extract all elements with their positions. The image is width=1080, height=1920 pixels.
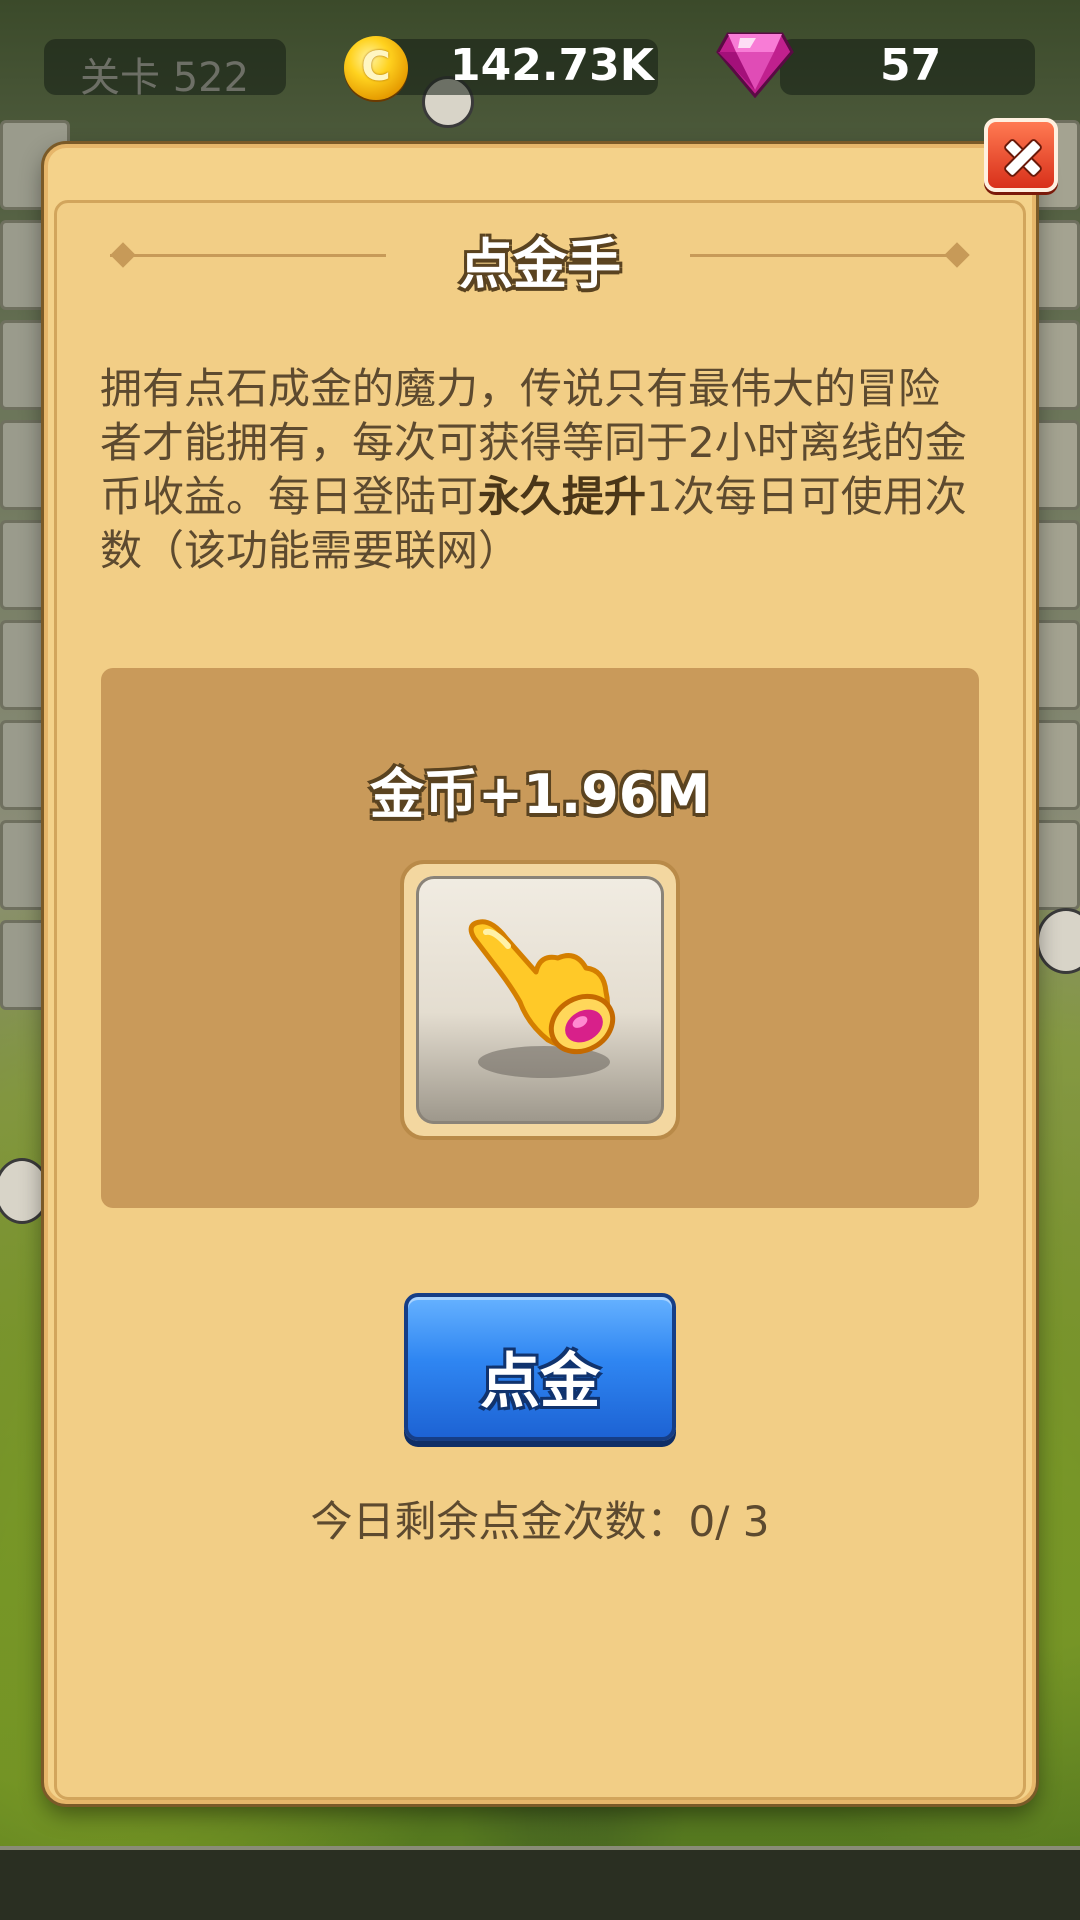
reward-amount: 金币+1.96M [369,763,711,826]
midas-touch-button[interactable]: 点金 [404,1293,676,1441]
golden-hand-icon [468,919,616,1078]
description-highlight: 永久提升 [478,472,647,521]
bottom-bar [0,1846,1080,1920]
coin-icon [344,36,408,100]
midas-icon-frame [400,860,680,1140]
dialog-title: 点金手 [459,233,621,296]
gem-amount: 57 [880,40,942,91]
gem-icon [716,32,794,98]
dialog-description: 拥有点石成金的魔力，传说只有最伟大的冒险者才能拥有，每次可获得等同于2小时离线的… [100,362,980,578]
close-button[interactable] [984,118,1058,192]
level-indicator: 关卡 522 [44,39,286,101]
midas-touch-button-label: 点金 [480,1347,600,1417]
coin-amount: 142.73K [450,40,654,91]
level-label: 关卡 522 [80,55,250,101]
remaining-uses: 今日剩余点金次数：0/ 3 [310,1497,770,1546]
midas-icon-card [416,876,664,1124]
